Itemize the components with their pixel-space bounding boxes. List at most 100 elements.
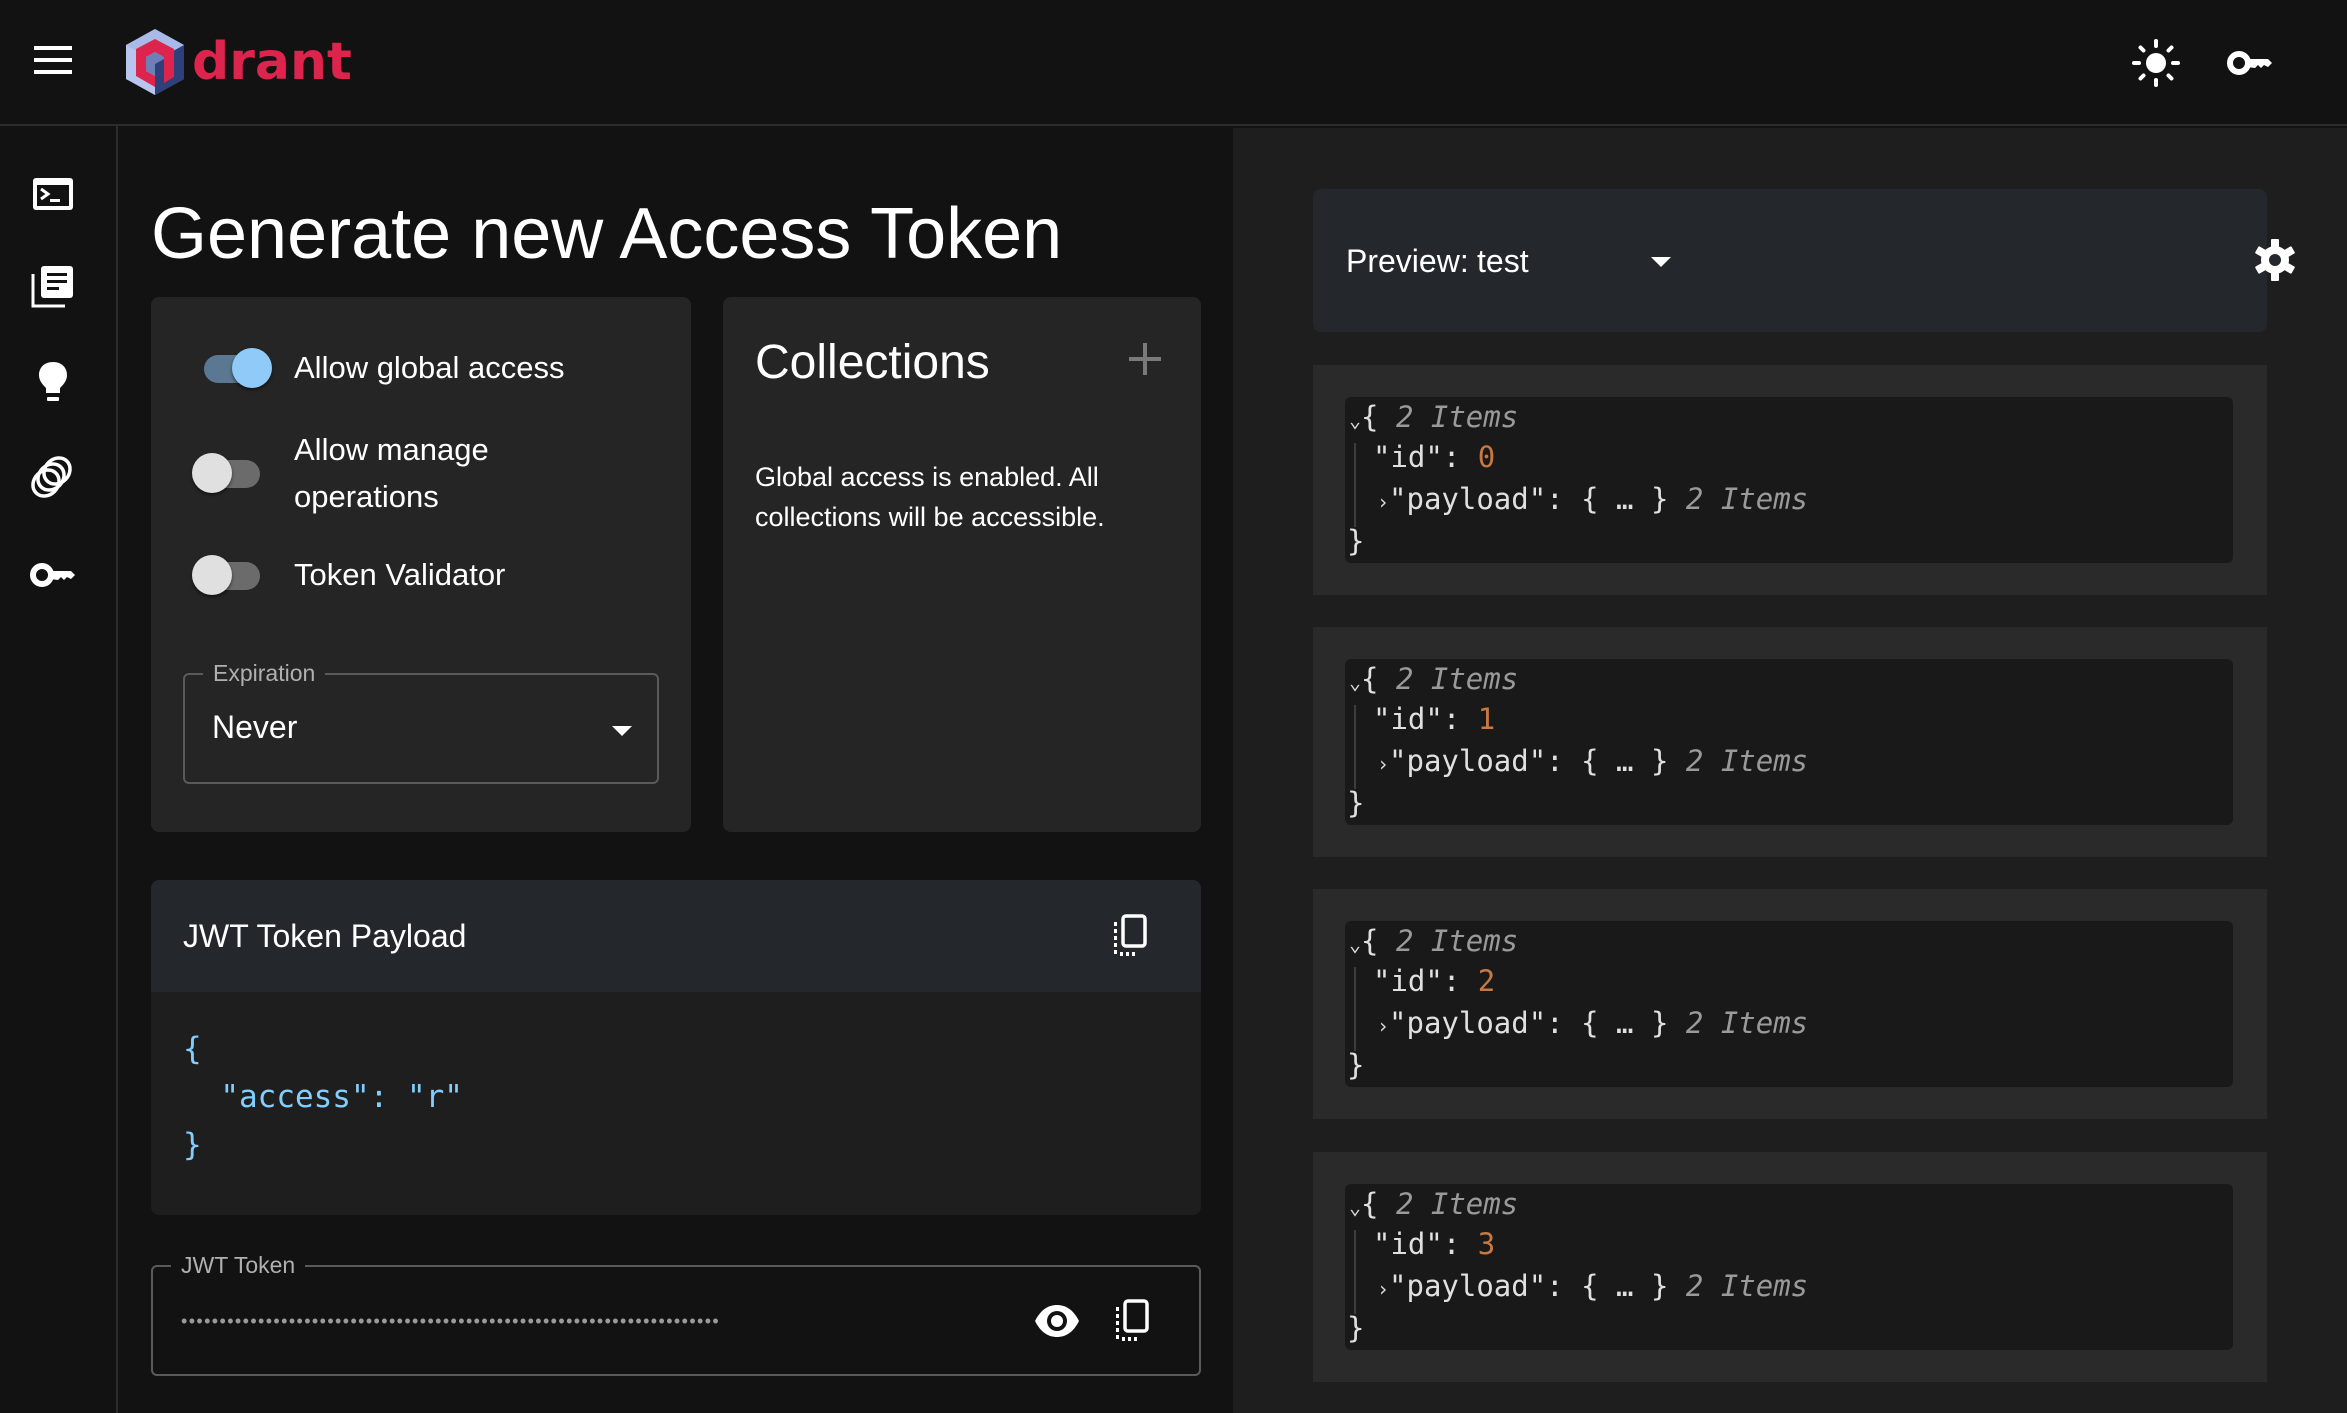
expand-toggle[interactable]: ›	[1377, 490, 1389, 514]
expand-toggle[interactable]: ›	[1377, 1277, 1389, 1301]
toggle-label: Allow global access	[294, 350, 565, 385]
json-viewer: ⌄{ 2 Items "id": 1 ›"payload": { … } 2 I…	[1345, 659, 2233, 825]
point-card: ⌄{ 2 Items "id": 0 ›"payload": { … } 2 I…	[1313, 365, 2267, 595]
expand-toggle[interactable]: ›	[1377, 752, 1389, 776]
json-id-line: "id": 1	[1373, 699, 1495, 739]
settings-button[interactable]	[2250, 235, 2300, 285]
point-card: ⌄{ 2 Items "id": 2 ›"payload": { … } 2 I…	[1313, 889, 2267, 1119]
items-count: 2 Items	[1395, 1187, 1519, 1221]
collections-message: Global access is enabled. All collection…	[755, 462, 1105, 532]
preview-collection-select[interactable]: test	[1477, 233, 1707, 289]
code-line: }	[183, 1127, 202, 1163]
copy-icon	[1114, 914, 1147, 956]
switch-allow-global-access[interactable]	[198, 347, 272, 388]
json-viewer: ⌄{ 2 Items "id": 2 ›"payload": { … } 2 I…	[1345, 921, 2233, 1087]
toggle-label: Token Validator	[294, 557, 506, 592]
key-icon	[2227, 51, 2272, 75]
json-id-line: "id": 0	[1373, 437, 1495, 477]
expand-toggle[interactable]: ›	[1377, 1014, 1389, 1038]
indent-guide	[1354, 967, 1356, 1051]
terminal-icon	[33, 178, 73, 210]
library-books-icon	[31, 266, 73, 308]
point-card: ⌄{ 2 Items "id": 3 ›"payload": { … } 2 I…	[1313, 1152, 2267, 1382]
toggle-token-validator[interactable]: Token Validator	[192, 551, 505, 598]
json-root-line: ⌄{ 2 Items	[1349, 662, 1519, 696]
collapse-toggle[interactable]: ⌄	[1349, 1195, 1361, 1219]
toggle-allow-manage-operations[interactable]: Allow manage operations	[192, 426, 544, 520]
sidebar-item-access-tokens[interactable]	[29, 551, 77, 599]
json-payload-line: ›"payload": { … } 2 Items	[1377, 741, 1808, 784]
gear-icon	[2255, 239, 2295, 281]
switch-allow-manage-operations[interactable]	[192, 453, 266, 493]
json-root-line: ⌄{ 2 Items	[1349, 400, 1519, 434]
expiration-select[interactable]: Expiration Never	[183, 659, 659, 784]
items-count: 2 Items	[1395, 662, 1519, 696]
chevron-down-icon	[1651, 257, 1671, 267]
sidebar-item-console[interactable]	[29, 170, 77, 218]
toggle-visibility-button[interactable]	[1033, 1299, 1081, 1343]
expiration-value: Never	[212, 709, 298, 745]
json-collapsed-object[interactable]: { … }	[1581, 1006, 1668, 1040]
switch-thumb	[192, 554, 232, 595]
preview-label: Preview:	[1346, 243, 1469, 279]
lightbulb-icon	[39, 362, 67, 401]
collapse-toggle[interactable]: ⌄	[1349, 932, 1361, 956]
sidebar-item-collections[interactable]	[29, 262, 77, 310]
json-payload-line: ›"payload": { … } 2 Items	[1377, 1266, 1808, 1309]
toggle-allow-global-access[interactable]: Allow global access	[198, 344, 565, 391]
menu-button[interactable]	[34, 46, 72, 78]
page-title: Generate new Access Token	[151, 194, 1063, 274]
jwt-token-masked-value[interactable]: ••••••••••••••••••••••••••••••••••••••••…	[181, 1303, 1001, 1339]
json-viewer: ⌄{ 2 Items "id": 3 ›"payload": { … } 2 I…	[1345, 1184, 2233, 1350]
point-card: ⌄{ 2 Items "id": 1 ›"payload": { … } 2 I…	[1313, 627, 2267, 857]
collections-card: Collections Global access is enabled. Al…	[723, 297, 1201, 832]
jwt-payload-card: JWT Token Payload { "access": "r"}	[151, 880, 1201, 1215]
qdrant-logo[interactable]: drant	[124, 26, 352, 98]
theme-toggle-button[interactable]	[2131, 38, 2181, 88]
add-collection-button[interactable]	[1127, 341, 1163, 377]
json-root-line: ⌄{ 2 Items	[1349, 924, 1519, 958]
preview-toolbar: Preview: test	[1313, 189, 2295, 332]
copy-payload-button[interactable]	[1111, 912, 1151, 960]
items-count: 2 Items	[1685, 1269, 1809, 1303]
json-collapsed-object[interactable]: { … }	[1581, 482, 1668, 516]
jwt-payload-code: { "access": "r"}	[183, 1025, 463, 1169]
preview-collection-value: test	[1477, 243, 1529, 279]
json-id-value: 1	[1477, 702, 1496, 736]
json-key: "id":	[1373, 1227, 1461, 1261]
jwt-token-label: JWT Token	[171, 1251, 306, 1279]
switch-token-validator[interactable]	[192, 554, 266, 595]
json-close-brace: }	[1347, 786, 1365, 820]
json-key: "payload":	[1389, 482, 1564, 516]
expiration-label: Expiration	[203, 659, 326, 687]
collapse-toggle[interactable]: ⌄	[1349, 408, 1361, 432]
indent-guide	[1354, 443, 1356, 527]
items-count: 2 Items	[1685, 744, 1809, 778]
json-collapsed-object[interactable]: { … }	[1581, 1269, 1668, 1303]
chevron-down-icon	[612, 726, 632, 736]
sidebar-item-datasets[interactable]	[29, 453, 77, 501]
jwt-token-field[interactable]: JWT Token ••••••••••••••••••••••••••••••…	[151, 1251, 1201, 1376]
collections-title: Collections	[755, 336, 990, 389]
jwt-payload-header: JWT Token Payload	[151, 880, 1201, 992]
json-collapsed-object[interactable]: { … }	[1581, 744, 1668, 778]
eye-icon	[1035, 1305, 1079, 1337]
qdrant-cube-icon	[126, 29, 184, 95]
json-id-value: 0	[1477, 440, 1496, 474]
json-close-brace: }	[1347, 1311, 1365, 1345]
indent-guide	[1354, 705, 1356, 789]
json-payload-line: ›"payload": { … } 2 Items	[1377, 1003, 1808, 1046]
rings-icon	[31, 456, 72, 498]
api-key-button[interactable]	[2226, 38, 2274, 88]
switch-thumb	[232, 347, 272, 388]
collapse-toggle[interactable]: ⌄	[1349, 670, 1361, 694]
code-line: "access": "r"	[183, 1079, 463, 1115]
hamburger-line	[34, 46, 72, 50]
copy-token-button[interactable]	[1113, 1297, 1153, 1345]
json-key: "payload":	[1389, 1006, 1564, 1040]
key-icon	[30, 563, 75, 587]
json-id-line: "id": 2	[1373, 961, 1495, 1001]
json-id-value: 3	[1477, 1227, 1496, 1261]
app-header: drant	[0, 0, 2347, 126]
sidebar-item-tutorial[interactable]	[29, 358, 77, 406]
